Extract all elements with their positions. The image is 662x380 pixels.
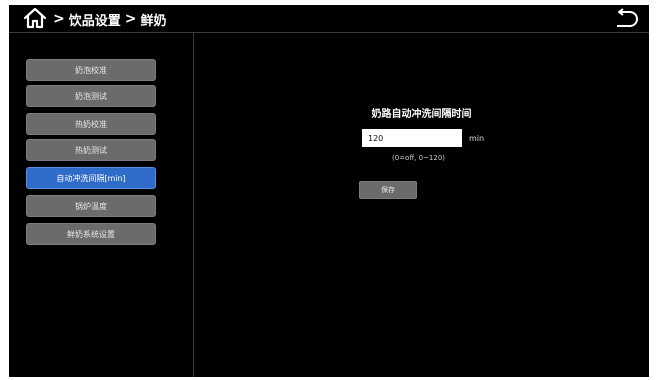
sidebar-item-label: 热奶测试 [75,145,107,155]
sidebar-item-milk-system-settings[interactable]: 鲜奶系统设置 [26,223,156,245]
unit-label: min [469,134,485,143]
breadcrumb-item-fresh-milk: 鲜奶 [140,13,167,29]
breadcrumb: > 饮品设置 > 鲜奶 [53,9,167,29]
sidebar-item-label: 鲜奶系统设置 [67,229,115,239]
home-icon[interactable] [23,6,47,30]
breadcrumb-item-drink-settings[interactable]: 饮品设置 [69,10,121,29]
range-hint: (0=off, 0~120) [392,154,446,162]
save-button-label: 保存 [381,186,395,194]
app-screen: > 饮品设置 > 鲜奶 奶泡校准 奶泡测试 热奶校准 热奶测试 自动冲洗间隔[m… [9,5,649,377]
chevron-right-icon: > [53,11,65,27]
sidebar-item-foam-calibration[interactable]: 奶泡校准 [26,59,156,81]
sidebar-item-label: 奶泡测试 [75,91,107,101]
sidebar-item-boiler-temperature[interactable]: 锅炉温度 [26,195,156,217]
sidebar-item-label: 热奶校准 [75,119,107,129]
chevron-right-icon: > [124,11,137,27]
save-button[interactable]: 保存 [359,181,417,199]
sidebar-item-hot-milk-test[interactable]: 热奶测试 [26,139,156,161]
sidebar-item-hot-milk-calibration[interactable]: 热奶校准 [26,113,156,135]
sidebar-item-label: 锅炉温度 [75,201,107,211]
sidebar-item-label: 自动冲洗间隔[min] [56,173,126,183]
sidebar-item-foam-test[interactable]: 奶泡测试 [26,85,156,107]
sidebar-item-auto-rinse-interval[interactable]: 自动冲洗间隔[min] [26,167,156,189]
sidebar-item-label: 奶泡校准 [75,65,107,75]
top-bar: > 饮品设置 > 鲜奶 [9,5,649,32]
back-arrow-icon[interactable] [613,8,639,30]
interval-input[interactable]: 120 [362,129,462,147]
settings-panel: 奶路自动冲洗间隔时间 120 min (0=off, 0~120) 保存 [194,33,649,377]
sidebar-menu: 奶泡校准 奶泡测试 热奶校准 热奶测试 自动冲洗间隔[min] 锅炉温度 鲜奶系… [9,33,193,377]
page-title: 奶路自动冲洗间隔时间 [371,109,472,120]
